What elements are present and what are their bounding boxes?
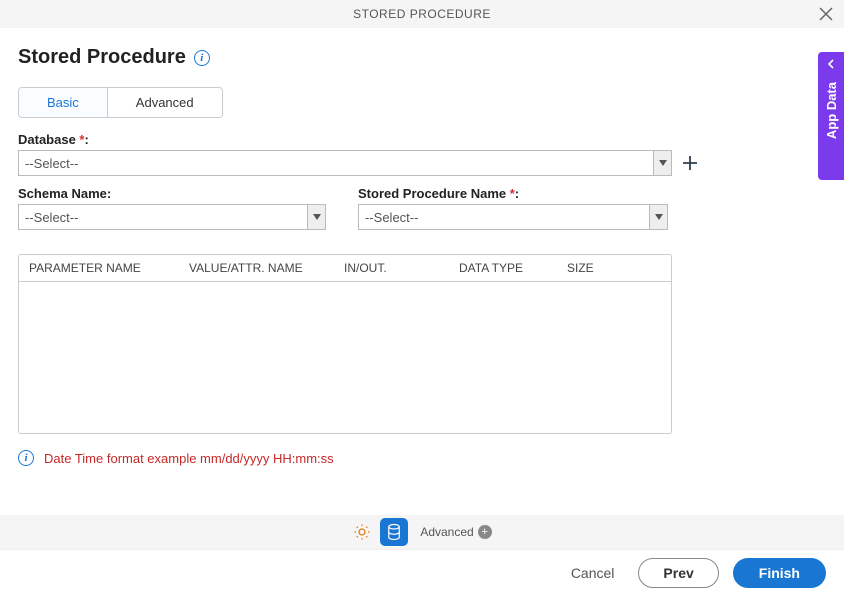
tab-advanced[interactable]: Advanced	[108, 88, 222, 117]
database-select[interactable]: --Select--	[18, 150, 672, 176]
schema-value: --Select--	[19, 210, 307, 225]
header-title: STORED PROCEDURE	[353, 7, 491, 21]
tab-basic[interactable]: Basic	[19, 88, 108, 117]
tab-group: Basic Advanced	[18, 87, 223, 118]
action-bar: Cancel Prev Finish	[0, 549, 844, 595]
col-value-attr: VALUE/ATTR. NAME	[179, 261, 334, 275]
cancel-button[interactable]: Cancel	[561, 559, 625, 587]
col-inout: IN/OUT.	[334, 261, 449, 275]
dropdown-icon	[307, 205, 325, 229]
database-group: Database *: --Select--	[18, 132, 826, 176]
database-label: Database *:	[18, 132, 826, 147]
hint-text: Date Time format example mm/dd/yyyy HH:m…	[44, 451, 334, 466]
advanced-label: Advanced	[420, 525, 473, 539]
col-datatype: DATA TYPE	[449, 261, 557, 275]
toolbar: Advanced +	[0, 515, 844, 549]
col-size: SIZE	[557, 261, 637, 275]
schema-select[interactable]: --Select--	[18, 204, 326, 230]
hint-row: i Date Time format example mm/dd/yyyy HH…	[18, 450, 826, 466]
spname-select[interactable]: --Select--	[358, 204, 668, 230]
side-tab-label: App Data	[824, 82, 839, 139]
finish-button[interactable]: Finish	[733, 558, 826, 588]
info-icon: i	[18, 450, 34, 466]
dropdown-icon	[653, 151, 671, 175]
spname-group: Stored Procedure Name *: --Select--	[358, 186, 668, 230]
database-value: --Select--	[19, 156, 653, 171]
advanced-toggle[interactable]: Advanced +	[420, 525, 491, 539]
gear-icon[interactable]	[352, 522, 372, 542]
database-icon[interactable]	[380, 518, 408, 546]
spname-label: Stored Procedure Name *:	[358, 186, 668, 201]
dropdown-icon	[649, 205, 667, 229]
header-bar: STORED PROCEDURE	[0, 0, 844, 28]
info-icon[interactable]: i	[194, 50, 210, 66]
schema-label: Schema Name:	[18, 186, 326, 201]
app-data-side-tab[interactable]: App Data	[818, 52, 844, 180]
chevron-left-icon	[826, 58, 836, 72]
content-area: Stored Procedure i Basic Advanced Databa…	[0, 28, 844, 466]
schema-group: Schema Name: --Select--	[18, 186, 326, 230]
close-icon[interactable]	[816, 4, 836, 24]
plus-circle-icon: +	[478, 525, 492, 539]
page-title: Stored Procedure	[18, 46, 186, 69]
table-header-row: PARAMETER NAME VALUE/ATTR. NAME IN/OUT. …	[19, 255, 671, 282]
parameters-table: PARAMETER NAME VALUE/ATTR. NAME IN/OUT. …	[18, 254, 672, 434]
prev-button[interactable]: Prev	[638, 558, 718, 588]
col-parameter-name: PARAMETER NAME	[19, 261, 179, 275]
add-database-button[interactable]	[680, 153, 700, 173]
title-row: Stored Procedure i	[18, 46, 826, 69]
spname-value: --Select--	[359, 210, 649, 225]
